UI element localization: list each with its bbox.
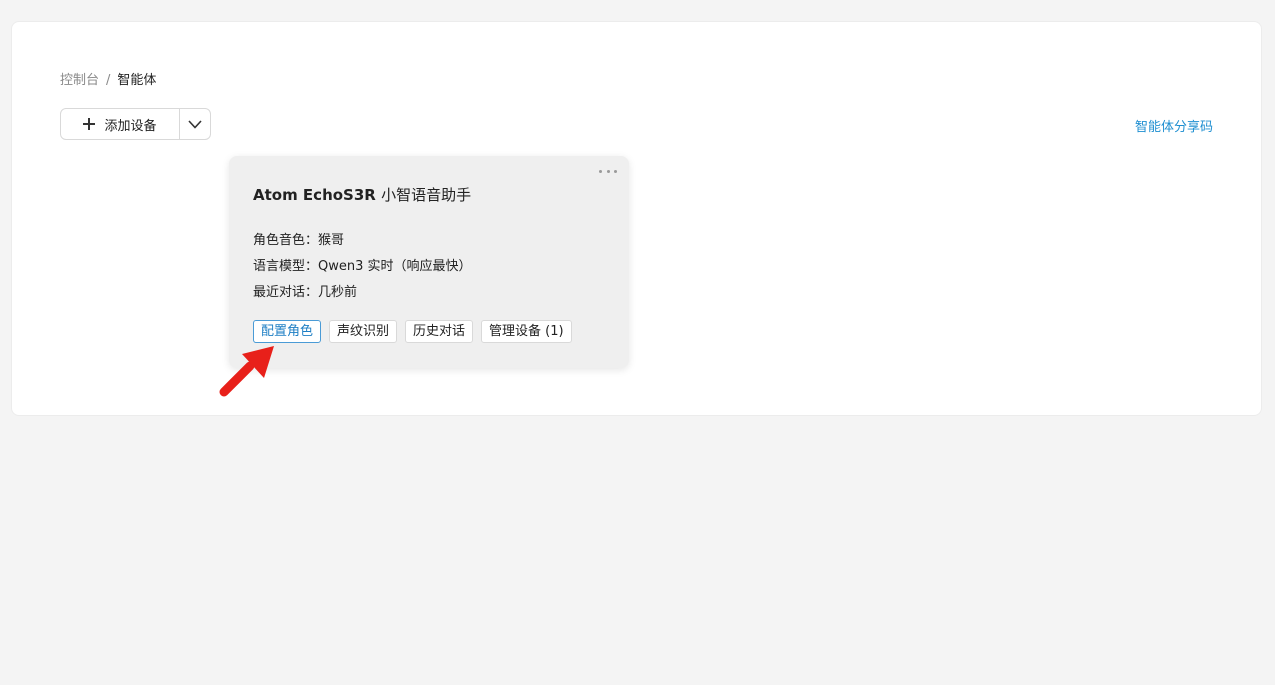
model-info: 语言模型：Qwen3 实时（响应最快） (253, 258, 472, 276)
chevron-down-icon (188, 119, 202, 129)
agent-name: 小智语音助手 (381, 186, 472, 204)
more-horizontal-icon[interactable] (599, 166, 617, 176)
model-label: 语言模型： (253, 259, 319, 274)
add-device-dropdown-button[interactable] (180, 109, 210, 139)
breadcrumb: 控制台 / 智能体 (60, 72, 156, 90)
recent-value: 几秒前 (318, 285, 358, 300)
voice-value: 猴哥 (318, 233, 345, 248)
card-actions: 配置角色 声纹识别 历史对话 管理设备 (1) (253, 320, 572, 343)
agent-card-title: Atom EchoS3R 小智语音助手 (253, 184, 471, 205)
manage-devices-button[interactable]: 管理设备 (1) (481, 320, 572, 343)
add-device-button[interactable]: 添加设备 (61, 109, 180, 139)
breadcrumb-root[interactable]: 控制台 (60, 73, 99, 88)
recent-label: 最近对话： (253, 285, 319, 300)
agent-card: Atom EchoS3R 小智语音助手 角色音色：猴哥 语言模型：Qwen3 实… (229, 156, 629, 368)
main-panel: 控制台 / 智能体 添加设备 智能体分享码 Atom EchoS3R 小智语音助手 … (11, 21, 1262, 416)
recent-info: 最近对话：几秒前 (253, 284, 357, 302)
voiceprint-button[interactable]: 声纹识别 (329, 320, 398, 343)
agent-share-code-link[interactable]: 智能体分享码 (1135, 116, 1213, 135)
red-arrow-pointer (219, 346, 274, 397)
plus-icon (83, 118, 96, 130)
breadcrumb-separator: / (106, 73, 111, 88)
add-device-label: 添加设备 (104, 118, 157, 134)
agent-device-name: Atom EchoS3R (253, 186, 376, 204)
voice-info: 角色音色：猴哥 (253, 232, 344, 250)
add-device-button-group: 添加设备 (60, 108, 211, 140)
history-button[interactable]: 历史对话 (405, 320, 474, 343)
model-value: Qwen3 实时（响应最快） (318, 259, 472, 274)
breadcrumb-current: 智能体 (117, 73, 157, 88)
voice-label: 角色音色： (253, 233, 319, 248)
